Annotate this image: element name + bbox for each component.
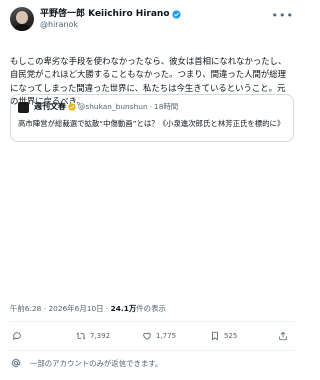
quoted-post-text: 高市陣営が総裁選で拡散“中傷動画”とは？《小泉進次郎氏と林芳正氏を標的に》 bbox=[18, 119, 285, 128]
view-count: 24.1万 bbox=[110, 304, 137, 313]
quoted-post-time: 18時間 bbox=[154, 102, 179, 111]
reply-restriction-notice: 一部のアカウントのみが返信できます。 bbox=[10, 354, 294, 372]
author-avatar[interactable] bbox=[10, 7, 34, 31]
author-name-line[interactable]: 平野啓一郎 Keiichiro Hirano bbox=[40, 8, 181, 20]
share-button[interactable] bbox=[278, 328, 292, 344]
bookmark-count: 525 bbox=[224, 332, 238, 340]
repost-count: 7,392 bbox=[90, 332, 111, 340]
quoted-post-card[interactable]: 週刊文春 @shukan_bunshun · 18時間 高市陣営が総裁選で拡散“… bbox=[10, 94, 294, 142]
tweet-header: 平野啓一郎 Keiichiro Hirano @hiranok ••• bbox=[10, 7, 294, 31]
quoted-separator: · bbox=[149, 102, 152, 111]
post-text-line: 自民党がこれほど大勝することもなかった。つまり、間違った人間が総理 bbox=[10, 69, 287, 80]
reply-notice-text: 一部のアカウントのみが返信できます。 bbox=[30, 358, 163, 368]
view-count-suffix: 件の表示 bbox=[136, 304, 166, 313]
bookmark-icon bbox=[212, 331, 218, 341]
bookmark-button[interactable]: 525 bbox=[210, 328, 237, 344]
meta-separator: · bbox=[105, 304, 109, 313]
author-handle[interactable]: @hiranok bbox=[40, 20, 78, 30]
like-button[interactable]: 1,775 bbox=[142, 328, 176, 344]
avatar-face bbox=[16, 11, 28, 24]
share-upload-icon bbox=[279, 331, 287, 341]
reply-button[interactable] bbox=[12, 328, 26, 344]
post-timestamp: 午前6:28 · 2026年6月10日 · 24.1万件の表示 bbox=[10, 304, 166, 314]
more-dots-icon[interactable]: ••• bbox=[272, 10, 294, 21]
post-date[interactable]: 2026年6月10日 bbox=[48, 304, 103, 313]
quoted-post-header: 週刊文春 @shukan_bunshun · 18時間 bbox=[34, 100, 178, 113]
post-text-line: もしこの卑劣な手段を使わなかったなら、彼女は首相になれなかったし、 bbox=[10, 56, 287, 66]
repost-icon bbox=[76, 332, 86, 340]
heart-icon bbox=[143, 332, 151, 340]
meta-separator: · bbox=[43, 304, 47, 313]
divider bbox=[10, 321, 294, 322]
quoted-author-handle: @shukan_bunshun bbox=[78, 102, 148, 111]
author-display-name[interactable]: 平野啓一郎 Keiichiro Hirano bbox=[40, 8, 170, 20]
repost-button[interactable]: 7,392 bbox=[76, 328, 110, 344]
like-count: 1,775 bbox=[156, 332, 177, 340]
quoted-verified-badge-icon bbox=[68, 102, 76, 111]
at-sign-icon bbox=[11, 358, 21, 368]
post-time[interactable]: 午前6:28 bbox=[10, 304, 41, 313]
action-bar: 7,392 1,775 525 bbox=[10, 328, 294, 344]
avatar-shoulders bbox=[12, 24, 32, 31]
reply-bubble-icon bbox=[12, 332, 21, 341]
verified-badge-icon bbox=[171, 9, 181, 19]
quoted-author-avatar bbox=[18, 102, 29, 113]
divider bbox=[10, 350, 294, 351]
quoted-author-name: 週刊文春 bbox=[34, 102, 66, 111]
